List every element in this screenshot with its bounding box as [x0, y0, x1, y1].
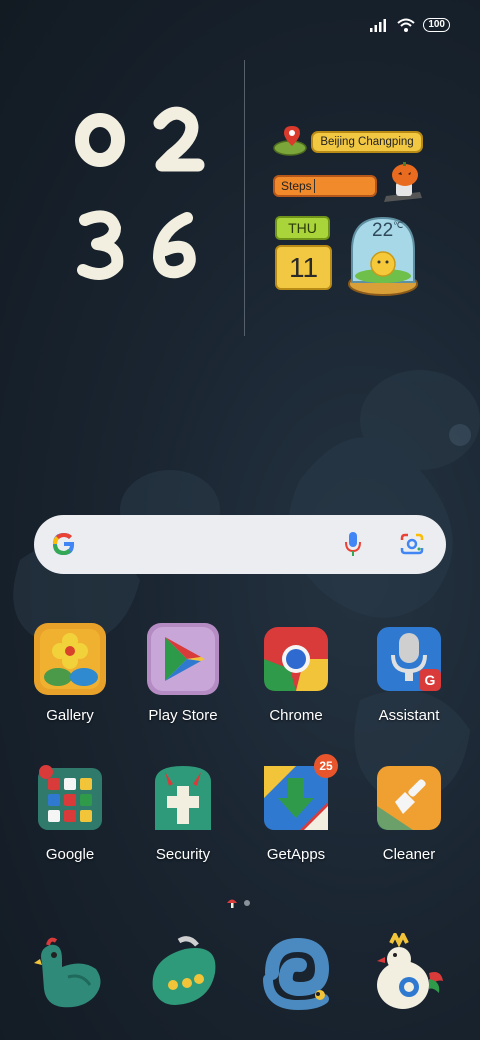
app-security[interactable]: Security [133, 762, 233, 863]
app-chrome[interactable]: Chrome [246, 623, 346, 724]
steps-counter[interactable]: Steps [273, 175, 377, 197]
app-play-store[interactable]: Play Store [133, 623, 233, 724]
temperature-value: 22 [372, 220, 394, 241]
temperature-readout: 22℃ [372, 220, 403, 242]
temperature-unit: ℃ [393, 220, 404, 230]
app-label: Google [45, 846, 95, 863]
assistant-icon: G [373, 623, 445, 695]
app-label: Gallery [46, 707, 94, 724]
getapps-icon: 25 [260, 754, 338, 834]
page-indicator[interactable] [226, 897, 250, 909]
app-label: Security [155, 846, 211, 863]
clock-minute-tens [77, 210, 124, 280]
wifi-icon [397, 18, 415, 32]
location-label[interactable]: Beijing Changping [311, 131, 423, 153]
gallery-icon [34, 623, 106, 695]
google-lens-icon[interactable] [399, 532, 425, 556]
notification-badge: 25 [314, 754, 338, 778]
signal-icon [370, 19, 387, 32]
app-label: Play Store [148, 707, 218, 724]
weekday-label[interactable]: THU [275, 216, 330, 240]
app-label: GetApps [266, 846, 326, 863]
dock-app-messages-leaf-icon[interactable] [145, 933, 221, 1013]
status-bar: 100 [369, 18, 450, 32]
app-label: Assistant [378, 707, 440, 724]
clock-hour-tens [75, 113, 125, 167]
google-folder-icon [34, 762, 106, 834]
voice-search-icon[interactable] [344, 531, 362, 557]
clock-minute-ones [152, 212, 196, 279]
date-label[interactable]: 11 [275, 245, 332, 290]
steps-label: Steps [281, 179, 312, 193]
battery-indicator: 100 [423, 18, 450, 32]
svg-text:G: G [425, 672, 436, 688]
app-assistant[interactable]: G Assistant [359, 623, 459, 724]
clock-divider [244, 60, 245, 336]
app-google[interactable]: Google [20, 762, 120, 863]
chrome-icon [260, 623, 332, 695]
cleaner-icon [373, 762, 445, 834]
app-label: Chrome [269, 707, 323, 724]
dock-app-browser-snail-icon[interactable] [258, 933, 334, 1013]
dock-app-phone-bird-icon[interactable] [32, 933, 108, 1013]
app-getapps[interactable]: 25 GetApps [246, 754, 346, 863]
google-logo-icon[interactable] [51, 531, 77, 557]
dock-app-camera-chick-icon[interactable] [371, 933, 447, 1013]
mushroom-icon [227, 899, 237, 908]
app-cleaner[interactable]: Cleaner [359, 762, 459, 863]
security-icon [147, 762, 219, 834]
pumpkin-runner-icon [384, 162, 422, 202]
app-label: Cleaner [382, 846, 436, 863]
play-store-icon [147, 623, 219, 695]
clock-hour-ones [153, 106, 205, 172]
location-pin-icon [273, 126, 307, 156]
app-gallery[interactable]: Gallery [20, 623, 120, 724]
page-dot [244, 900, 250, 906]
google-search-bar[interactable] [34, 515, 446, 574]
